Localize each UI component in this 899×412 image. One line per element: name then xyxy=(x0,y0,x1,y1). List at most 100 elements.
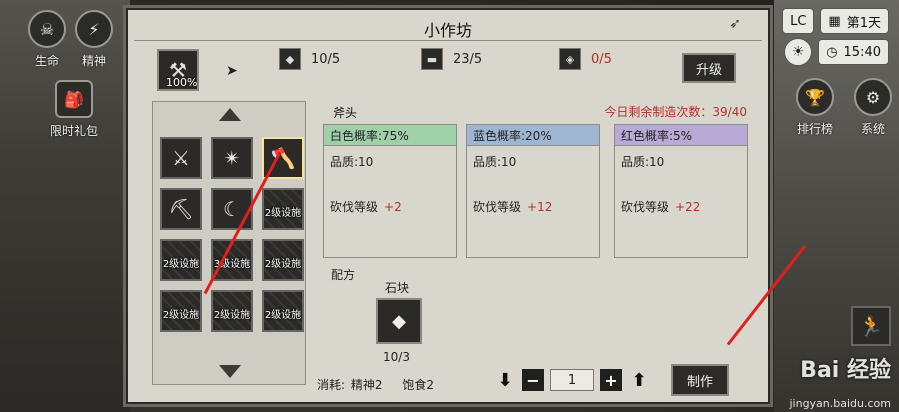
blue-stat-name: 砍伐等级 xyxy=(473,200,522,214)
life-icon: ☠ xyxy=(28,10,66,48)
consume-food: 饱食2 xyxy=(402,378,434,392)
material-count: 10/3 xyxy=(383,350,410,364)
resource-wood-value: 23/5 xyxy=(453,51,483,67)
consume-label: 消耗: xyxy=(317,378,346,392)
wood-icon: ▬ xyxy=(421,48,443,70)
blue-quality: 品质:10 xyxy=(473,155,517,169)
locked-slot: 2级设施 xyxy=(211,290,253,332)
time-label: 15:40 xyxy=(843,44,881,60)
day-counter: ▦ 第1天 xyxy=(820,8,889,34)
remaining-crafts: 今日剩余制造次数：39/40 xyxy=(604,105,747,119)
clock-prefix: LC xyxy=(782,8,815,34)
slot-lock-label: 2级设施 xyxy=(264,310,302,321)
craft-slot-spiked-blade[interactable]: ✴ xyxy=(211,137,253,179)
item-name: 斧头 xyxy=(333,106,358,120)
resource-stone: ◆ 10/5 xyxy=(279,48,340,70)
upgrade-button[interactable]: 升级 xyxy=(682,53,736,83)
slot-lock-label: 2级设施 xyxy=(213,310,251,321)
red-rate: 红色概率:5% xyxy=(615,125,747,146)
time-display: ◷ 15:40 xyxy=(818,39,889,65)
scroll-down-icon[interactable] xyxy=(219,365,241,378)
white-stat-name: 砍伐等级 xyxy=(330,200,379,214)
quantity-stepper: ⬇ − 1 + ⬆ xyxy=(494,369,650,391)
slot-lock-label: 2级设施 xyxy=(264,259,302,270)
panel-title: 小作坊 xyxy=(423,21,472,40)
arrow-down-icon[interactable]: ⬇ xyxy=(494,369,516,391)
locked-slot: 2级设施 xyxy=(160,290,202,332)
red-quality: 品质:10 xyxy=(621,155,665,169)
pickaxe-icon: ⛏ xyxy=(168,197,194,221)
quality-column-red: 红色概率:5% 品质:10 砍伐等级 +22 xyxy=(614,124,748,258)
quality-column-blue: 蓝色概率:20% 品质:10 砍伐等级 +12 xyxy=(466,124,600,258)
craft-slot-pickaxe[interactable]: ⛏ xyxy=(160,188,202,230)
blue-rate: 蓝色概率:20% xyxy=(467,125,599,146)
ranking-button[interactable]: 🏆 排行榜 xyxy=(796,78,834,137)
make-button[interactable]: 制作 xyxy=(671,364,729,396)
resource-ore: ◈ 0/5 xyxy=(559,48,612,70)
time-bar: ☀ ◷ 15:40 xyxy=(784,38,889,66)
watermark-url: jingyan.baidu.com xyxy=(789,397,891,410)
quantity-input[interactable]: 1 xyxy=(550,369,594,391)
calendar-icon: ▦ xyxy=(828,13,841,29)
blue-stat: 砍伐等级 +12 xyxy=(467,198,599,215)
exit-running-icon[interactable]: 🏃 xyxy=(851,306,891,346)
system-button[interactable]: ⚙ 系统 xyxy=(854,78,892,137)
scroll-up-icon[interactable] xyxy=(219,108,241,121)
material-name: 石块 xyxy=(385,281,410,295)
spiked-blade-icon: ✴ xyxy=(223,146,241,170)
blue-stat-bonus: +12 xyxy=(527,200,553,214)
slot-lock-label: 2级设施 xyxy=(162,310,200,321)
slot-lock-label: 2级设施 xyxy=(264,208,302,219)
recipe-label: 配方 xyxy=(331,268,356,282)
white-stat-bonus: +2 xyxy=(384,200,402,214)
resource-stone-value: 10/5 xyxy=(311,51,341,67)
stone-material-icon[interactable]: ◆ xyxy=(376,298,422,344)
white-rate: 白色概率:75% xyxy=(324,125,456,146)
spirit-icon: ⚡ xyxy=(75,10,113,48)
white-stat: 砍伐等级 +2 xyxy=(324,198,456,215)
white-quality: 品质:10 xyxy=(330,155,374,169)
clock-icon: ◷ xyxy=(826,44,838,60)
life-stat[interactable]: ☠ 生命 xyxy=(28,10,66,69)
arrow-up-icon[interactable]: ⬆ xyxy=(628,369,650,391)
watermark-brand: Bai 经验 xyxy=(800,358,891,383)
slot-lock-label: 2级设施 xyxy=(162,259,200,270)
trophy-icon: 🏆 xyxy=(796,78,834,116)
plus-button[interactable]: + xyxy=(600,369,622,391)
ore-icon: ◈ xyxy=(559,48,581,70)
locked-slot: 2级设施 xyxy=(262,239,304,281)
gift-pack[interactable]: 🎒 限时礼包 xyxy=(50,80,98,139)
spirit-label: 精神 xyxy=(81,54,106,68)
gear-icon: ⚙ xyxy=(854,78,892,116)
gift-bag-icon: 🎒 xyxy=(55,80,93,118)
red-stat-name: 砍伐等级 xyxy=(621,200,670,214)
gift-label: 限时礼包 xyxy=(50,124,99,138)
craft-slot-sickle[interactable]: ☾ xyxy=(211,188,253,230)
consume-spirit: 精神2 xyxy=(350,378,383,392)
resource-ore-value: 0/5 xyxy=(591,51,612,67)
sword-icon: ⚔ xyxy=(172,146,190,170)
workshop-panel: 小作坊 ➶ ⚒ 100% ➤ ◆ 10/5 ▬ 23/5 ◈ 0/5 升级 ⚔ ✴… xyxy=(123,5,773,407)
detail-header: 斧头 今日剩余制造次数：39/40 xyxy=(323,101,751,120)
locked-slot: 2级设施 xyxy=(262,290,304,332)
stone-icon: ◆ xyxy=(279,48,301,70)
ranking-label: 排行榜 xyxy=(796,122,833,136)
craft-slot-sword[interactable]: ⚔ xyxy=(160,137,202,179)
minus-button[interactable]: − xyxy=(522,369,544,391)
sickle-icon: ☾ xyxy=(223,197,241,221)
spirit-stat[interactable]: ⚡ 精神 xyxy=(75,10,113,69)
top-status-bar: LC ▦ 第1天 xyxy=(782,8,889,34)
close-arrow-icon[interactable]: ➶ xyxy=(712,16,758,32)
title-divider xyxy=(134,40,762,41)
day-label: 第1天 xyxy=(846,15,881,31)
red-stat: 砍伐等级 +22 xyxy=(615,198,747,215)
facility-progress: 100% xyxy=(166,76,198,89)
triangle-arrow-icon: ➤ xyxy=(226,63,238,79)
consume-info: 消耗: 精神2 饱食2 xyxy=(317,376,450,393)
system-label: 系统 xyxy=(860,122,885,136)
locked-slot: 2级设施 xyxy=(160,239,202,281)
weather-sun-icon[interactable]: ☀ xyxy=(784,38,813,66)
quality-column-white: 白色概率:75% 品质:10 砍伐等级 +2 xyxy=(323,124,457,258)
locked-slot: 2级设施 xyxy=(262,188,304,230)
resource-wood: ▬ 23/5 xyxy=(421,48,482,70)
